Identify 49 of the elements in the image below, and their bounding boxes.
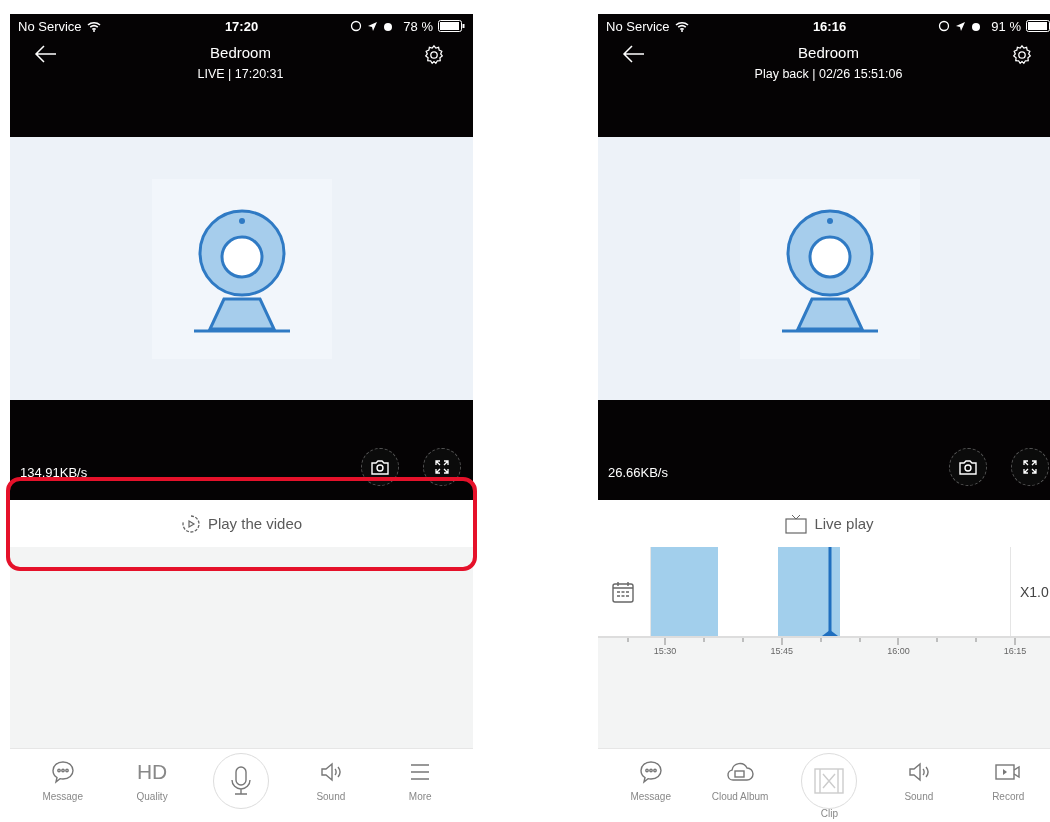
fullscreen-button[interactable] [1011,448,1049,486]
toolbar-button[interactable]: Sound [878,759,959,802]
bitrate-text: 134.91KB/s [20,465,88,480]
stream-status: LIVE | 17:20:31 [197,67,284,81]
snapshot-button[interactable] [949,448,987,486]
toolbar-button[interactable]: More [380,759,461,802]
clock-time: 16:16 [812,18,847,34]
toolbar-button[interactable]: Message [22,759,103,802]
camera-icon [371,459,389,475]
calendar-icon[interactable] [611,579,635,604]
wifi-icon [674,20,689,32]
toolbar-button[interactable]: HD Quality [112,759,193,802]
hd-icon: HD [136,759,168,785]
back-arrow-icon[interactable] [622,44,646,64]
bitrate-text: 26.66KB/s [608,465,668,480]
time-tick-label: 16:15 [1003,646,1027,656]
carrier-text: No Service [18,18,82,34]
expand-icon [434,459,450,475]
battery-icon [438,20,465,32]
battery-percent: 91 % [991,18,1021,34]
battery-percent: 78 % [403,18,433,34]
settings-icon[interactable] [1011,44,1033,66]
time-tick-label: 15:30 [653,646,677,656]
stream-status: Play back | 02/26 15:51:06 [754,67,903,81]
camera-name: Bedroom [798,44,859,61]
toolbar-button[interactable]: Cloud Album [700,759,781,802]
clock-time: 17:20 [224,18,259,34]
settings-icon[interactable] [423,44,445,66]
toolbar-button[interactable]: Record [968,759,1049,802]
chat-bubble-icon [637,759,664,785]
toolbar-button[interactable]: Message [610,759,691,802]
expand-icon [1022,459,1038,475]
toolbar-button[interactable]: Sound [290,759,371,802]
toolbar-label: Clip [820,808,839,819]
live-play-button[interactable]: Live play [598,500,1050,547]
replay-icon [180,513,201,534]
carrier-text: No Service [606,18,670,34]
playback-speed[interactable]: X1.0 [1020,583,1049,600]
chat-bubble-icon [49,759,76,785]
back-arrow-icon[interactable] [34,44,58,64]
time-tick-label: 15:45 [770,646,793,656]
camera-icon [959,459,977,475]
film-strip-icon [812,766,847,796]
wifi-icon [86,20,101,32]
camera-name: Bedroom [210,44,271,61]
time-tick-label: 16:00 [887,646,910,656]
play-video-button[interactable]: Play the video [10,500,473,547]
live-tv-icon [785,513,808,534]
battery-icon [1026,20,1050,32]
